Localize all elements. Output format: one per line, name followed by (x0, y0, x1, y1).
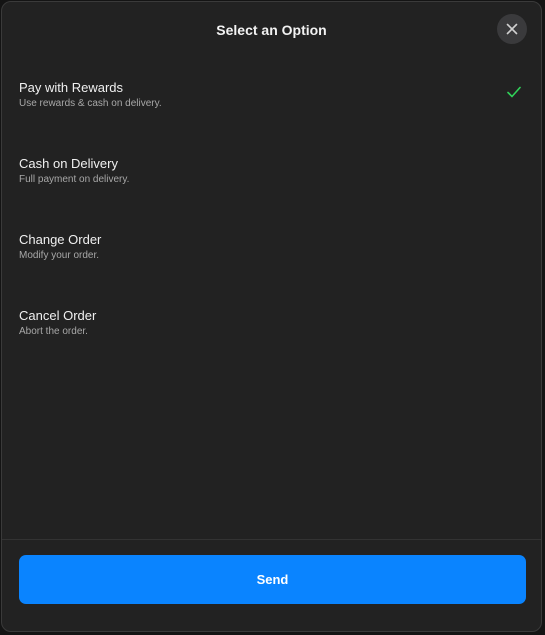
close-icon (506, 23, 518, 35)
option-description: Use rewards & cash on delivery. (19, 98, 162, 109)
option-description: Abort the order. (19, 326, 88, 337)
checkmark-icon (507, 86, 521, 98)
option-pay-with-rewards[interactable]: Pay with Rewards Use rewards & cash on d… (2, 70, 541, 146)
dialog-title: Select an Option (216, 22, 327, 38)
dialog-header: Select an Option (2, 2, 541, 58)
option-cash-on-delivery[interactable]: Cash on Delivery Full payment on deliver… (2, 146, 541, 222)
dialog-footer: Send (2, 539, 541, 631)
option-label: Cancel Order (19, 308, 97, 323)
option-description: Full payment on delivery. (19, 174, 130, 185)
option-label: Pay with Rewards (19, 80, 124, 95)
option-dialog: Select an Option Pay with Rewards Use re… (1, 1, 542, 632)
option-cancel-order[interactable]: Cancel Order Abort the order. (2, 298, 541, 374)
send-button[interactable]: Send (19, 555, 526, 604)
option-label: Change Order (19, 232, 102, 247)
option-description: Modify your order. (19, 250, 100, 261)
close-button[interactable] (497, 14, 527, 44)
option-label: Cash on Delivery (19, 156, 118, 171)
option-change-order[interactable]: Change Order Modify your order. (2, 222, 541, 298)
option-list: Pay with Rewards Use rewards & cash on d… (2, 70, 541, 374)
